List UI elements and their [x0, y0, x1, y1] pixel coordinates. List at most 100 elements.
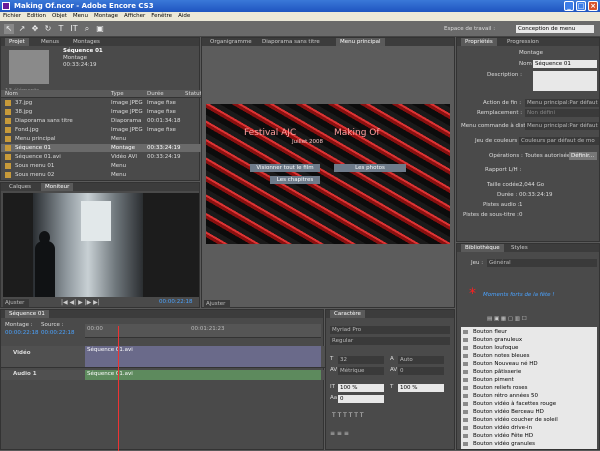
menu-objet[interactable]: Objet — [49, 13, 70, 19]
library-list-item[interactable]: Bouton notes bleues — [461, 352, 597, 360]
text-tool-icon[interactable]: T — [56, 24, 66, 34]
library-list-item[interactable]: Bouton vidéo à facettes rouge — [461, 400, 597, 408]
duree-value: 00:33:24:19 — [519, 192, 553, 198]
zoom-tool-icon[interactable]: ⌕ — [82, 24, 92, 34]
maximize-icon[interactable]: □ — [576, 1, 586, 11]
monitor-fit-select[interactable]: Ajuster — [3, 299, 29, 307]
menu-title-making-of: Making Of — [334, 128, 380, 138]
tab-calques[interactable]: Calques — [5, 183, 35, 191]
library-list-item[interactable]: Bouton rétro années 50 — [461, 392, 597, 400]
project-list-item[interactable]: Menu principal Menu — [1, 135, 201, 143]
button-asset-icon — [463, 386, 468, 390]
menu-montage[interactable]: Montage — [91, 13, 121, 19]
direct-select-icon[interactable]: ↗ — [17, 24, 27, 34]
video-clip[interactable]: Séquence 01.avi — [85, 346, 321, 367]
menu-fichier[interactable]: Fichier — [0, 13, 24, 19]
tab-proprietes[interactable]: Propriétés — [461, 38, 497, 46]
library-item-label: Bouton fleur — [473, 329, 507, 335]
workspace-select[interactable]: Conception de menu — [516, 25, 594, 33]
col-type[interactable]: Type — [111, 91, 124, 97]
vscale-field[interactable]: 100 % — [338, 384, 384, 392]
star-icon: * — [469, 286, 476, 302]
close-icon[interactable]: × — [588, 1, 598, 11]
hscale-field[interactable]: 100 % — [398, 384, 444, 392]
vertical-text-icon[interactable]: IT — [69, 24, 79, 34]
tracking-field[interactable]: 0 — [398, 367, 444, 375]
rotate-tool-icon[interactable]: ↻ — [43, 24, 53, 34]
col-statut[interactable]: Statut — [185, 91, 202, 97]
tab-moniteur[interactable]: Moniteur — [41, 183, 74, 191]
project-list-item[interactable]: Séquence 01.avi Vidéo AVI 00:33:24:19 — [1, 153, 201, 161]
kerning-select[interactable]: Métrique — [338, 367, 384, 375]
library-list-item[interactable]: Bouton loufoque — [461, 344, 597, 352]
baseline-field[interactable]: 0 — [338, 395, 384, 403]
menu-afficher[interactable]: Afficher — [121, 13, 148, 19]
tab-styles[interactable]: Styles — [507, 244, 532, 252]
library-list-item[interactable]: Bouton granuleux — [461, 336, 597, 344]
leading-field[interactable]: Auto — [398, 356, 444, 364]
library-list-item[interactable]: Bouton Nouveau né HD — [461, 360, 597, 368]
tab-diaporama[interactable]: Diaporama sans titre — [258, 38, 324, 46]
col-duree[interactable]: Durée — [147, 91, 164, 97]
selection-tool-icon[interactable]: ↖ — [4, 24, 14, 34]
definir-button[interactable]: Définir... — [569, 152, 597, 160]
library-item-label: Bouton vidéo drive-in — [473, 425, 533, 431]
library-list-item[interactable]: Bouton vidéo drive-in — [461, 424, 597, 432]
commande-select[interactable]: Menu principal:Par défaut — [525, 122, 599, 130]
tab-menus[interactable]: Menus — [37, 38, 63, 46]
library-item-label: Bouton granuleux — [473, 337, 523, 343]
tab-caractere[interactable]: Caractère — [330, 310, 365, 318]
playhead[interactable] — [118, 326, 119, 451]
fin-select[interactable]: Menu principal:Par défaut — [525, 99, 599, 107]
menu-button-photos[interactable]: Les photos — [334, 164, 406, 172]
description-field[interactable] — [533, 71, 597, 91]
menu-canvas: Festival AJC Making Of Juillet 2008 Visi… — [206, 104, 450, 244]
library-list-item[interactable]: Bouton fleur — [461, 328, 597, 336]
library-list-item[interactable]: Bouton pâtisserie — [461, 368, 597, 376]
menu-button-film[interactable]: Visionner tout le film — [250, 164, 320, 172]
library-list-item[interactable]: Bouton vidéo coucher de soleil — [461, 416, 597, 424]
menu-button-chapitres[interactable]: Les chapitres — [270, 176, 320, 184]
library-list-item[interactable]: Bouton piment — [461, 376, 597, 384]
viewer-fit-select[interactable]: Ajuster — [204, 300, 230, 308]
remplacement-select[interactable]: Non défini — [525, 109, 599, 117]
project-list-item[interactable]: Fond.jpg Image JPEG Image fixe — [1, 126, 201, 134]
project-list-item[interactable]: Diaporama sans titre Diaporama 00:01:34:18 — [1, 117, 201, 125]
tab-sequence[interactable]: Séquence 01 — [5, 310, 49, 318]
project-list-item[interactable]: Sous menu 02 Menu — [1, 171, 201, 179]
move-tool-icon[interactable]: ✥ — [30, 24, 40, 34]
menu-aide[interactable]: Aide — [175, 13, 193, 19]
tab-organigramme[interactable]: Organigramme — [206, 38, 256, 46]
tab-montages[interactable]: Montages — [69, 38, 104, 46]
font-size-field[interactable]: 32 — [338, 356, 384, 364]
library-list-item[interactable]: Bouton vidéo Berceau HD — [461, 408, 597, 416]
monitor-controls: |◀ ◀| ▶ |▶ ▶| — [61, 299, 100, 306]
audio-clip[interactable]: Séquence 01.avi — [85, 370, 321, 380]
tracking-icon: AV — [390, 367, 398, 373]
project-list-item[interactable]: 37.jpg Image JPEG Image fixe — [1, 99, 201, 107]
library-list-item[interactable]: Bouton reliefs roses — [461, 384, 597, 392]
project-tabs: Projet Menus Montages — [1, 38, 199, 46]
style-select[interactable]: Regular — [330, 337, 450, 345]
menu-edition[interactable]: Edition — [24, 13, 49, 19]
preview-type: Montage — [63, 55, 87, 61]
col-nom[interactable]: Nom — [5, 91, 18, 97]
project-list-item[interactable]: Séquence 01 Montage 00:33:24:19 — [1, 144, 201, 152]
tab-projet[interactable]: Projet — [5, 38, 29, 46]
jeu-couleurs-select[interactable]: Couleurs par défaut de mo — [519, 137, 599, 145]
menu-menu[interactable]: Menu — [70, 13, 91, 19]
library-list-item[interactable]: Bouton vidéo Fête HD — [461, 432, 597, 440]
project-list-item[interactable]: 38.jpg Image JPEG Image fixe — [1, 108, 201, 116]
font-select[interactable]: Myriad Pro — [330, 326, 450, 334]
nom-field[interactable]: Séquence 01 — [533, 60, 597, 68]
tab-progression[interactable]: Progression — [503, 38, 543, 46]
tab-bibliotheque[interactable]: Bibliothèque — [461, 244, 504, 252]
project-list-item[interactable]: Sous menu 01 Menu — [1, 162, 201, 170]
library-list-item[interactable]: Bouton vidéo granules — [461, 440, 597, 448]
minimize-icon[interactable]: _ — [564, 1, 574, 11]
preview-tool-icon[interactable]: ▣ — [95, 24, 105, 34]
tab-menu-principal[interactable]: Menu principal — [336, 38, 385, 46]
jeu-select[interactable]: Général — [487, 259, 597, 267]
menu-fenetre[interactable]: Fenêtre — [148, 13, 175, 19]
library-item-label: Bouton rétro années 50 — [473, 393, 539, 399]
